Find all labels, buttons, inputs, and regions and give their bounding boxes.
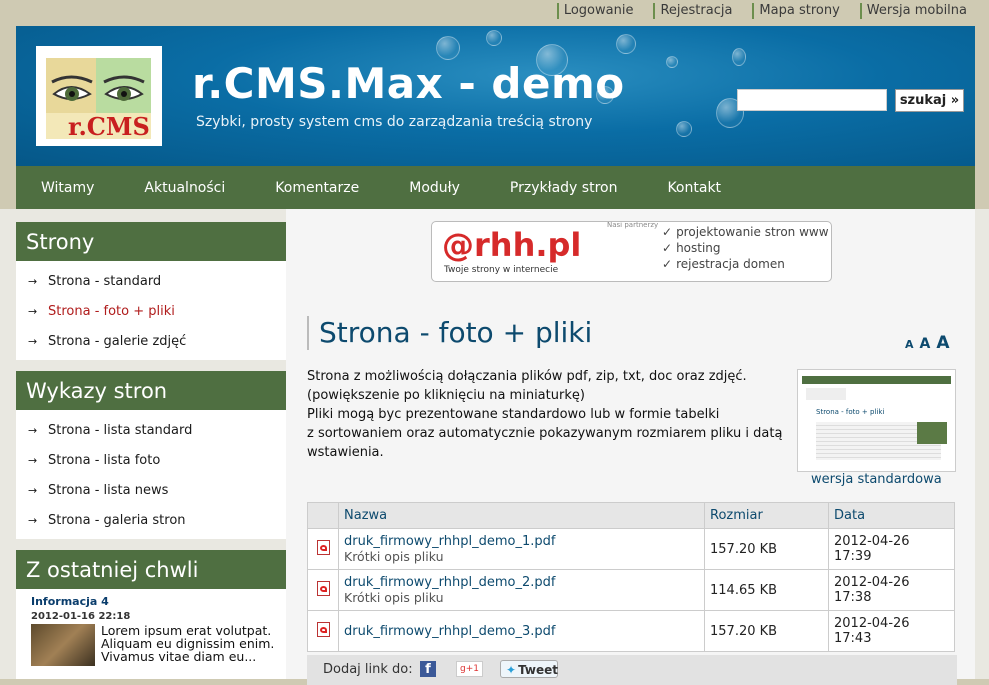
arrow-right-icon: → [28,424,38,437]
tweet-button[interactable]: ✦ Tweet [500,660,558,678]
partners-label: Nasi partnerzy [607,221,659,229]
check-icon: ✓ [662,225,673,239]
partner-feature: ✓ projektowanie stron www [662,225,829,239]
font-size-large-button[interactable]: A [936,333,949,353]
partner-features: ✓ projektowanie stron www ✓ hosting ✓ rejes… [662,224,829,272]
file-date: 2012-04-26 17:38 [828,569,955,611]
table-header-size[interactable]: Rozmiar [704,502,829,529]
twitter-bird-icon: ✦ [506,663,517,677]
sidebar-strony: Strony → Strona - standard → Strona - foto… [16,222,286,360]
pdf-icon [316,539,330,555]
thumbnail-title: Strona - foto + pliki [816,408,885,416]
arrow-right-icon: → [28,484,38,497]
bubble-decoration [486,30,502,46]
sidebar-wykazy: Wykazy stron → Strona - lista standard → S… [16,371,286,539]
site-title: r.CMS.Max - demo [192,59,625,108]
file-date: 2012-04-26 17:39 [828,528,955,570]
thumbnail-caption[interactable]: wersja standardowa [811,472,942,487]
nav-kontakt[interactable]: Kontakt [667,180,721,196]
main-nav: Witamy Aktualności Komentarze Moduły Prz… [16,166,975,209]
page-description: Strona z możliwością dołączania plików p… [307,369,783,460]
pdf-icon [316,621,330,637]
file-description: Krótki opis pliku [344,590,444,605]
site-header: r.CMS r.CMS.Max - demo Szybki, prosty sy… [16,26,975,166]
arrow-right-icon: → [28,454,38,467]
top-links: Logowanie Rejestracja Mapa strony Wersja… [537,3,967,19]
font-size-medium-button[interactable]: A [920,336,931,352]
file-size: 114.65 KB [704,569,829,611]
table-row: druk_firmowy_rhhpl_demo_1.pdf Krótki opis… [307,528,955,570]
sidebar-news-title: Z ostatniej chwli [16,550,286,589]
file-description: Krótki opis pliku [344,549,444,564]
arrow-right-icon: → [28,335,38,348]
file-size: 157.20 KB [704,610,829,652]
logo-text: r.CMS [68,112,150,141]
pdf-icon [316,580,330,596]
nav-moduly[interactable]: Moduły [409,180,460,196]
partner-feature: ✓ rejestracja domen [662,257,785,271]
news-item-text: Lorem ipsum erat volutpat. Aliquam eu di… [101,623,275,664]
check-icon: ✓ [662,257,673,271]
google-plus-icon[interactable]: g+1 [456,661,483,677]
sidebar-item-galeria-stron[interactable]: → Strona - galeria stron [16,506,286,536]
nav-aktualnosci[interactable]: Aktualności [144,180,225,196]
partner-banner[interactable]: Nasi partnerzy @rhh.pl Twoje strony w in… [431,221,832,282]
bubble-decoration [666,56,678,68]
table-header-icon [307,502,339,529]
table-header-date[interactable]: Data [828,502,955,529]
sidebar-item-standard[interactable]: → Strona - standard [16,267,286,297]
share-label: Dodaj link do: [323,662,413,677]
font-size-controls: AAA [905,333,956,353]
bubble-decoration [436,36,460,60]
search-button[interactable]: szukaj » [895,89,964,112]
sidebar-news: Z ostatniej chwli Informacja 4 2012-01-1… [16,550,286,679]
facebook-icon[interactable]: f [420,661,436,677]
bubble-decoration [732,48,746,66]
partner-feature: ✓ hosting [662,241,721,255]
bubble-decoration [676,121,692,137]
table-row: druk_firmowy_rhhpl_demo_2.pdf Krótki opis… [307,569,955,611]
file-size: 157.20 KB [704,528,829,570]
file-link[interactable]: druk_firmowy_rhhpl_demo_1.pdf [344,534,699,549]
file-link[interactable]: druk_firmowy_rhhpl_demo_3.pdf [344,624,699,639]
share-bar: Dodaj link do: f g+1 ✦ Tweet [307,655,957,685]
sidebar-item-lista-standard[interactable]: → Strona - lista standard [16,416,286,446]
register-link[interactable]: Rejestracja [653,3,732,19]
font-size-small-button[interactable]: A [905,338,914,351]
news-thumbnail[interactable] [31,624,95,666]
sidebar-wykazy-title: Wykazy stron [16,371,286,410]
search-input[interactable] [737,89,887,111]
mobile-version-link[interactable]: Wersja mobilna [859,3,967,19]
site-subtitle: Szybki, prosty system cms do zarządzania… [196,114,593,130]
table-header-name[interactable]: Nazwa [338,502,705,529]
file-link[interactable]: druk_firmowy_rhhpl_demo_2.pdf [344,575,699,590]
page-thumbnail[interactable]: Strona - foto + pliki [797,369,956,472]
sidebar-item-lista-foto[interactable]: → Strona - lista foto [16,446,286,476]
partner-tagline: Twoje strony w internecie [444,265,559,275]
site-logo[interactable]: r.CMS [36,46,162,146]
nav-witamy[interactable]: Witamy [41,180,94,196]
sidebar-item-foto-pliki[interactable]: → Strona - foto + pliki [16,297,286,327]
nav-komentarze[interactable]: Komentarze [275,180,359,196]
arrow-right-icon: → [28,275,38,288]
arrow-right-icon: → [28,514,38,527]
news-item-title[interactable]: Informacja 4 [31,595,286,608]
check-icon: ✓ [662,241,673,255]
login-link[interactable]: Logowanie [556,3,633,19]
file-date: 2012-04-26 17:43 [828,610,955,652]
sitemap-link[interactable]: Mapa strony [752,3,840,19]
bubble-decoration [616,34,636,54]
arrow-right-icon: → [28,305,38,318]
table-row: druk_firmowy_rhhpl_demo_3.pdf 157.20 KB … [307,610,955,652]
files-table: Nazwa Rozmiar Data druk_firmowy_rhhpl_de… [307,502,955,652]
sidebar-strony-title: Strony [16,222,286,261]
sidebar-item-lista-news[interactable]: → Strona - lista news [16,476,286,506]
page-title: Strona - foto + pliki [307,316,592,350]
news-item: Lorem ipsum erat volutpat. Aliquam eu di… [31,624,286,666]
sidebar-item-galerie[interactable]: → Strona - galerie zdjęć [16,327,286,357]
nav-przyklady-stron[interactable]: Przykłady stron [510,180,618,196]
news-item-date: 2012-01-16 22:18 [31,611,131,622]
partner-logo: @rhh.pl [442,226,582,264]
